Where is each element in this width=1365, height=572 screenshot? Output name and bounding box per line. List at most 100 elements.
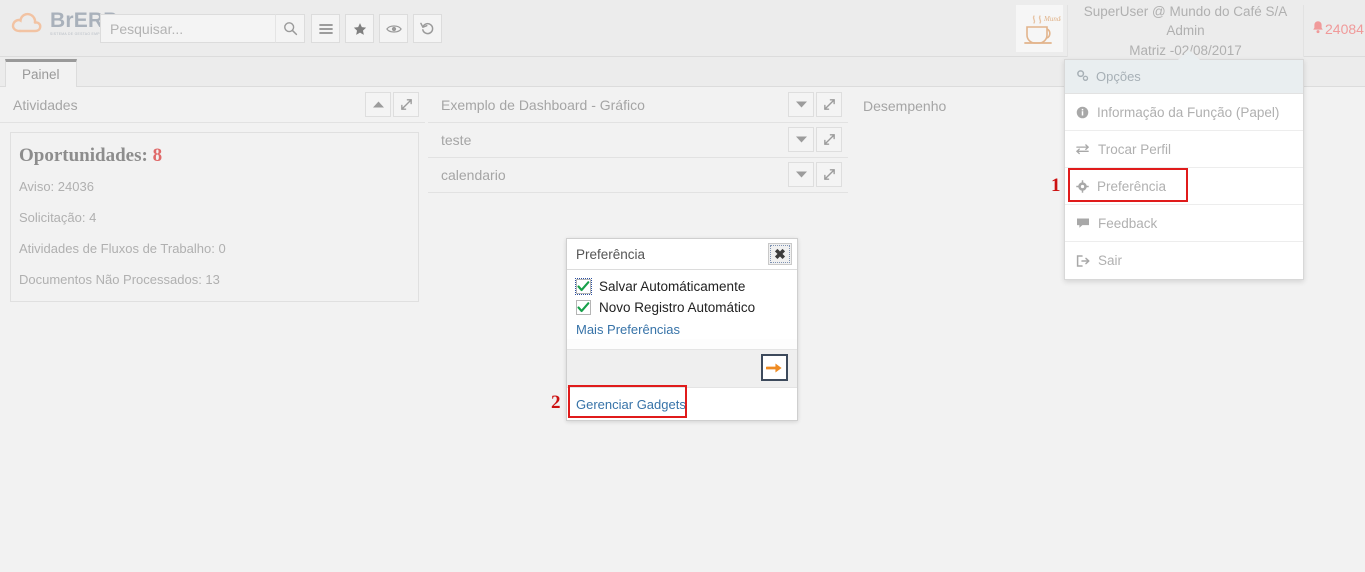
svg-text:Mundo: Mundo [1043,15,1061,23]
chevron-down-icon [795,135,808,144]
search-button[interactable] [275,14,305,43]
menu-item-label: Preferência [1097,179,1166,194]
auto-save-checkbox[interactable] [576,279,591,294]
annotation-number-2: 2 [551,392,561,414]
expand-panel-button[interactable] [788,162,814,187]
maximize-button[interactable] [816,92,842,117]
dashboard-column-1: Atividades [0,88,425,302]
manage-gadgets-link[interactable]: Gerenciar Gadgets [576,397,686,412]
check-icon [577,302,590,313]
eye-icon [386,23,402,35]
app-header: BrERP SISTEMA DE GESTAO EMPRESARIAL [0,0,1365,57]
view-button[interactable] [379,14,408,43]
auto-save-label: Salvar Automáticamente [599,279,745,294]
menu-item-logout[interactable]: Sair [1065,242,1303,279]
dialog-footer: Gerenciar Gadgets [567,387,797,420]
maximize-button[interactable] [816,127,842,152]
panel-buttons [365,92,419,117]
opportunities-heading: Oportunidades: 8 [19,145,418,167]
collapse-button[interactable] [365,92,391,117]
panel-title: Exemplo de Dashboard - Gráfico [441,97,645,113]
opportunities-count: 8 [153,145,163,166]
auto-new-record-label: Novo Registro Automático [599,300,755,315]
more-preferences-link[interactable]: Mais Preferências [576,322,680,337]
user-dropdown-menu: Opções Informação da Função (Papel) Troc… [1064,59,1304,280]
search-icon [283,21,298,36]
menu-item-switch-profile[interactable]: Trocar Perfil [1065,131,1303,168]
avatar[interactable]: Mundo [1016,5,1063,52]
panel-buttons [788,127,842,152]
panel-buttons [788,92,842,117]
checkbox-row-auto-save[interactable]: Salvar Automáticamente [576,279,797,294]
coffee-cup-avatar: Mundo [1019,9,1061,49]
arrow-right-box-icon [766,361,783,375]
user-info-line1: SuperUser @ Mundo do Café S/A Admin [1068,2,1303,41]
menu-item-preference[interactable]: Preferência [1065,168,1303,205]
menu-item-label: Feedback [1098,216,1157,231]
cloud-icon [10,10,44,36]
menu-item-label: Sair [1098,253,1122,268]
expand-panel-button[interactable] [788,92,814,117]
expand-icon [823,168,836,181]
expand-icon [400,98,413,111]
activity-line: Solicitação: 4 [19,210,418,225]
menu-button[interactable] [311,14,340,43]
maximize-button[interactable] [816,162,842,187]
dialog-body: Salvar Automáticamente Novo Registro Aut… [567,270,797,339]
panel-title: Desempenho [863,98,946,114]
apply-button[interactable] [761,354,788,381]
panel-header-dashboard-grafico: Exemplo de Dashboard - Gráfico [428,88,848,123]
comment-icon [1076,217,1090,229]
close-icon[interactable]: ✖ [768,243,792,265]
check-icon [577,281,590,292]
activity-line: Documentos Não Processados: 13 [19,272,418,287]
favorites-button[interactable] [345,14,374,43]
maximize-button[interactable] [393,92,419,117]
panel-buttons [788,162,842,187]
notification-count: 24084 [1325,21,1364,37]
panel-header-calendario: calendario [428,158,848,193]
bell-icon [1312,20,1324,37]
panel-title: calendario [441,167,506,183]
expand-icon [823,98,836,111]
expand-panel-button[interactable] [788,127,814,152]
opportunities-label: Oportunidades: [19,145,148,166]
panel-header: Atividades [0,88,425,123]
checkbox-row-auto-new-record[interactable]: Novo Registro Automático [576,300,797,315]
activity-line: Atividades de Fluxos de Trabalho: 0 [19,241,418,256]
star-icon [353,22,367,36]
dialog-header: Preferência ✖ [567,239,797,270]
activity-line: Aviso: 24036 [19,179,418,194]
history-icon [420,21,435,36]
tab-painel[interactable]: Painel [5,59,77,87]
sign-out-icon [1076,255,1090,267]
panel-header-teste: teste [428,123,848,158]
info-circle-icon [1076,106,1089,119]
menu-item-label: Informação da Função (Papel) [1097,105,1279,120]
panel-atividades: Atividades [0,88,425,302]
tab-label: Painel [22,67,60,82]
chevron-down-icon [795,100,808,109]
menu-icon [319,23,333,35]
notification-badge[interactable]: 24084 [1312,20,1364,37]
search-input[interactable] [101,15,304,42]
dashboard-column-2: Exemplo de Dashboard - Gráfico [428,88,848,193]
menu-header-options: Opções [1065,60,1303,94]
auto-new-record-checkbox[interactable] [576,300,591,315]
menu-item-role-info[interactable]: Informação da Função (Papel) [1065,94,1303,131]
history-button[interactable] [413,14,442,43]
gear-icon [1076,180,1089,193]
menu-header-label: Opções [1096,69,1141,84]
gears-icon [1076,69,1089,85]
menu-caret [1178,50,1200,60]
chevron-up-icon [372,100,385,109]
annotation-number-1: 1 [1051,175,1061,197]
dialog-title: Preferência [576,247,645,262]
preference-dialog: Preferência ✖ Salvar Automáticamente Nov… [566,238,798,421]
menu-item-feedback[interactable]: Feedback [1065,205,1303,242]
dialog-actions [567,349,797,387]
activity-box: Oportunidades: 8 Aviso: 24036 Solicitaçã… [10,132,419,302]
menu-item-label: Trocar Perfil [1098,142,1171,157]
exchange-icon [1076,143,1090,155]
panel-title: teste [441,132,471,148]
